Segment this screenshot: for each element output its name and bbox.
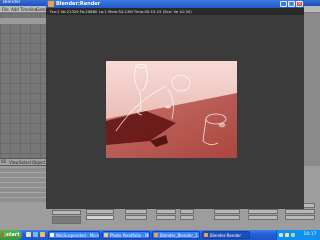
windows-flag-icon — [2, 232, 6, 237]
task-app-icon — [104, 233, 108, 237]
taskbar-task[interactable]: Photo Pondfolio - Mic... — [102, 231, 150, 239]
menu-add[interactable]: Add — [11, 6, 19, 13]
quicklaunch-ie-icon[interactable] — [33, 232, 38, 237]
panel-button[interactable] — [86, 215, 114, 220]
quicklaunch-desktop-icon[interactable] — [26, 232, 31, 237]
render-window-title: Blender:Render — [56, 1, 101, 7]
taskbar-task-active[interactable]: Blender:Render — [202, 231, 250, 239]
render-stats-bar: Fra:1 Ve:21329 Fa:20880 La:1 Mem:54.13M … — [46, 8, 304, 15]
menu-timeline[interactable]: Timeline — [20, 6, 37, 13]
taskbar-task[interactable]: Blender_Blender_2.4... — [152, 231, 200, 239]
menu-select[interactable]: Select — [19, 159, 31, 166]
task-app-icon — [204, 233, 208, 237]
tray-network-icon[interactable] — [279, 233, 283, 237]
panel-button[interactable] — [214, 215, 240, 220]
maximize-button[interactable]: □ — [288, 1, 295, 7]
panel-button[interactable] — [180, 209, 194, 214]
taskbar-task[interactable]: NikiSuspended - Microsof... — [48, 231, 100, 239]
task-app-icon — [50, 233, 54, 237]
panel-list-strip — [0, 168, 46, 202]
panel-button[interactable] — [214, 209, 240, 214]
close-button[interactable]: × — [296, 1, 303, 7]
panel-button[interactable] — [86, 209, 114, 214]
panel-button[interactable] — [248, 215, 278, 220]
panel-button[interactable] — [285, 209, 315, 214]
quicklaunch-folder-icon[interactable] — [40, 232, 45, 237]
frame-number-label: 60 — [1, 159, 7, 164]
menu-object[interactable]: Object — [32, 159, 45, 166]
blender-app-icon — [48, 1, 54, 7]
menu-file[interactable]: File — [2, 6, 9, 13]
rendered-image — [106, 61, 237, 158]
panel-button[interactable] — [156, 215, 176, 220]
panel-button[interactable] — [285, 215, 315, 220]
rendered-scene-svg — [106, 61, 237, 158]
task-app-icon — [154, 233, 158, 237]
3d-viewport[interactable] — [0, 13, 46, 158]
panel-button[interactable] — [156, 209, 176, 214]
menu-view[interactable]: View — [9, 159, 19, 166]
panel-button[interactable] — [248, 209, 278, 214]
panel-button[interactable] — [52, 210, 81, 215]
tray-volume-icon[interactable] — [285, 233, 289, 237]
viewport-ruler — [0, 18, 46, 24]
panel-button[interactable] — [180, 215, 194, 220]
panel-button[interactable] — [125, 215, 147, 220]
panel-button[interactable] — [125, 209, 147, 214]
floor-highlight — [165, 105, 171, 109]
panel-button[interactable] — [52, 216, 81, 224]
minimize-button[interactable]: _ — [280, 1, 287, 7]
tray-security-icon[interactable] — [291, 233, 295, 237]
taskbar-clock[interactable]: 10:17 — [300, 230, 320, 240]
